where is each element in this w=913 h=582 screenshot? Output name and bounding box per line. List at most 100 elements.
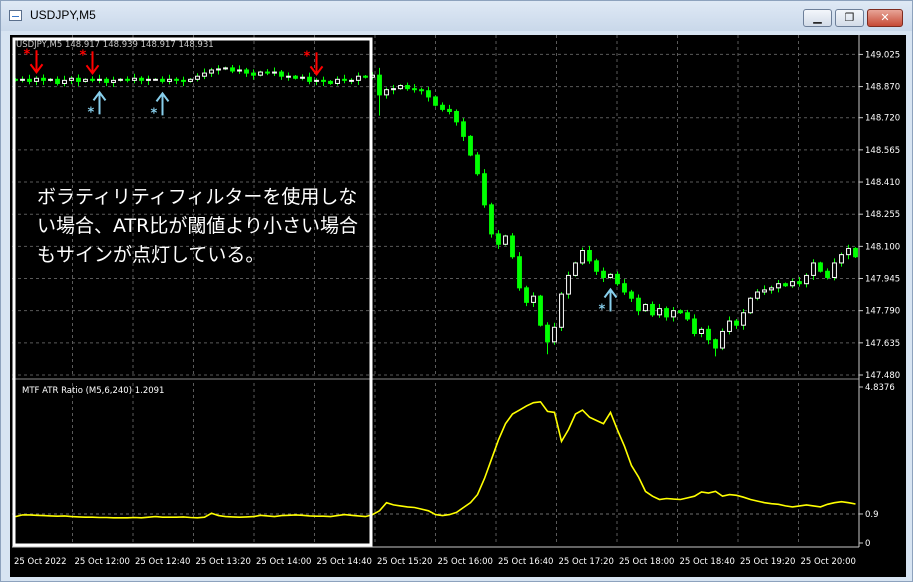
chart-area[interactable]: * * * * * * 25 Oct 2022 25 Oct 12:00 25 Oct 12:… (10, 35, 906, 577)
candle-body (335, 78, 340, 84)
candle-body (594, 260, 599, 272)
candle-body (755, 291, 760, 299)
candle-body (76, 77, 81, 82)
maximize-button[interactable]: ❐ (835, 9, 864, 27)
candle-body (692, 318, 697, 335)
candle-body (678, 310, 683, 314)
candle-body (286, 75, 291, 78)
candle-body (167, 78, 172, 82)
candle-body (552, 326, 557, 343)
candle-body (55, 78, 60, 84)
chart-grid (12, 35, 859, 543)
candle-body (27, 78, 32, 82)
candle-body (454, 110, 459, 123)
candle-body (202, 72, 207, 77)
y-tick-label: 148.410 (865, 178, 900, 188)
candle-body (90, 78, 95, 81)
indicator-y-tick-label: 0 (865, 539, 870, 549)
candle-body (48, 78, 53, 81)
candle-body (650, 303, 655, 316)
y-tick-label: 148.720 (865, 114, 900, 124)
y-tick-label: 148.565 (865, 146, 900, 156)
chart-canvas[interactable]: * * * * * * 25 Oct 2022 25 Oct 12:00 25 Oct 12:… (10, 35, 906, 577)
candle-body (482, 173, 487, 206)
candle-body (272, 71, 277, 74)
x-tick-label: 25 Oct 14:40 (317, 557, 372, 567)
x-tick-label: 25 Oct 12:40 (135, 557, 190, 567)
candle-body (839, 254, 844, 264)
candle-body (321, 79, 326, 82)
chart-window-icon[interactable] (9, 10, 22, 21)
candle-body (510, 235, 515, 258)
candle-body (790, 281, 795, 287)
candle-body (825, 270, 830, 278)
candle-body (139, 77, 144, 81)
candle-body (377, 74, 382, 96)
candle-body (811, 262, 816, 276)
y-tick-label: 147.790 (865, 307, 900, 317)
candle-body (160, 78, 165, 82)
candle-body (307, 76, 312, 82)
candle-body (181, 79, 186, 82)
candle-body (209, 69, 214, 74)
candle-body (804, 274, 809, 285)
candle-body (748, 297, 753, 314)
candle-body (713, 339, 718, 349)
buy-arrow-icon: * (151, 91, 170, 121)
candle-body (216, 68, 221, 71)
window-title: USDJPY,M5 (30, 8, 96, 22)
sell-arrow-icon: * (304, 49, 324, 77)
candle-body (363, 75, 368, 78)
candle-body (559, 293, 564, 328)
indicator-y-tick-label: 4.8376 (865, 383, 895, 393)
y-tick-label: 147.480 (865, 371, 900, 381)
minimize-button[interactable]: ▁ (803, 9, 832, 27)
x-tick-label: 25 Oct 19:20 (740, 557, 795, 567)
candle-body (251, 72, 256, 76)
candle-body (258, 71, 263, 76)
x-tick-label: 25 Oct 13:20 (196, 557, 251, 567)
candle-body (776, 283, 781, 289)
candle-body (517, 256, 522, 289)
y-tick-label: 147.635 (865, 339, 900, 349)
candle-body (524, 287, 529, 303)
candle-body (657, 308, 662, 316)
candle-body (279, 71, 284, 77)
candle-body (34, 77, 39, 82)
x-tick-label: 25 Oct 15:20 (377, 557, 432, 567)
candle-body (615, 273, 620, 285)
candle-body (391, 88, 396, 91)
candle-body (20, 78, 25, 81)
candle-body (384, 89, 389, 96)
candle-body (328, 80, 333, 84)
candle-body (125, 78, 130, 81)
candle-body (664, 308, 669, 318)
candle-body (643, 303, 648, 312)
candle-body (405, 85, 410, 90)
candle-body (349, 79, 354, 82)
buy-arrow-icon: * (599, 287, 618, 317)
candle-body (447, 108, 452, 112)
candle-body (629, 291, 634, 299)
candle-body (762, 289, 767, 293)
candle-body (188, 78, 193, 82)
window-titlebar[interactable]: USDJPY,M5 ▁ ❐ ✕ (1, 1, 912, 31)
buy-star-icon: * (88, 105, 95, 120)
buy-arrow-icon: * (88, 90, 107, 120)
close-button[interactable]: ✕ (867, 9, 903, 27)
candle-body (699, 328, 704, 335)
y-tick-label: 149.025 (865, 50, 900, 60)
candle-body (566, 274, 571, 295)
minimize-icon: ▁ (813, 11, 822, 24)
candle-body (398, 85, 403, 90)
candle-body (426, 90, 431, 98)
candle-body (797, 281, 802, 285)
x-tick-label: 25 Oct 16:00 (438, 557, 493, 567)
candle-body (356, 75, 361, 81)
candle-body (671, 310, 676, 318)
candle-body (608, 273, 613, 278)
candle-body (783, 283, 788, 287)
terminal-window: USDJPY,M5 ▁ ❐ ✕ * * * * * * 25 Oct 2022 25 Oct… (0, 0, 913, 582)
x-tick-label: 25 Oct 18:00 (619, 557, 674, 567)
candle-body (244, 69, 249, 74)
